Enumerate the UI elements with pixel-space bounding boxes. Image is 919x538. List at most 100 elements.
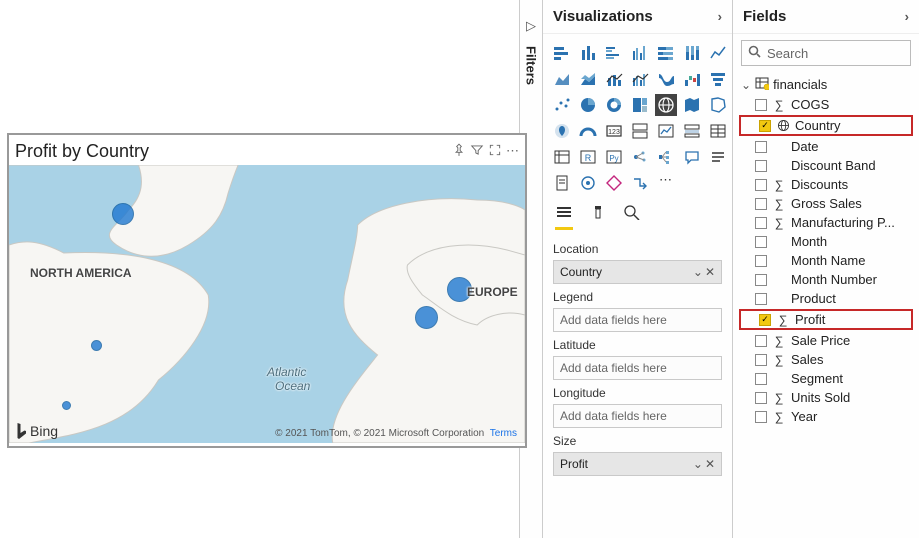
latitude-well[interactable]: Add data fields here [553, 356, 722, 380]
filter-icon[interactable] [470, 143, 484, 160]
smart-narrative-icon[interactable] [707, 146, 729, 168]
bubble-france[interactable] [415, 306, 438, 329]
matrix-icon[interactable] [551, 146, 573, 168]
hundred-stacked-bar-icon[interactable] [655, 42, 677, 64]
location-well[interactable]: Country ⌄✕ [553, 260, 722, 284]
map-icon[interactable] [655, 94, 677, 116]
map-body[interactable]: NORTH AMERICA EUROPE Atlantic Ocean Bing… [9, 165, 525, 443]
scatter-icon[interactable] [551, 94, 573, 116]
legend-well[interactable]: Add data fields here [553, 308, 722, 332]
pin-icon[interactable] [452, 143, 466, 160]
line-clustered-column-icon[interactable] [629, 68, 651, 90]
field-checkbox[interactable] [755, 198, 767, 210]
filled-map-icon[interactable] [681, 94, 703, 116]
field-checkbox[interactable] [755, 392, 767, 404]
field-checkbox[interactable]: ✓ [759, 314, 771, 326]
format-tab-icon[interactable] [589, 204, 607, 230]
more-visuals-icon[interactable]: ⋯ [655, 172, 677, 194]
kpi-icon[interactable] [655, 120, 677, 142]
azure-map-icon[interactable] [551, 120, 573, 142]
field-checkbox[interactable] [755, 179, 767, 191]
area-chart-icon[interactable] [551, 68, 573, 90]
collapse-viz-icon[interactable]: › [718, 9, 722, 24]
field-checkbox[interactable] [755, 373, 767, 385]
field-manufacturing-p-[interactable]: Manufacturing P... [737, 213, 915, 232]
field-checkbox[interactable] [755, 99, 767, 111]
chevron-down-icon[interactable]: ⌄ [741, 78, 751, 92]
clustered-bar-icon[interactable] [603, 42, 625, 64]
table-financials[interactable]: ⌄ financials [737, 74, 915, 95]
field-sale-price[interactable]: Sale Price [737, 331, 915, 350]
size-well[interactable]: Profit ⌄✕ [553, 452, 722, 476]
field-date[interactable]: Date [737, 137, 915, 156]
field-discount-band[interactable]: Discount Band [737, 156, 915, 175]
shape-map-icon[interactable] [707, 94, 729, 116]
expand-filters-icon[interactable]: ▷ [526, 18, 536, 34]
field-checkbox[interactable] [755, 217, 767, 229]
bubble-usa[interactable] [91, 340, 102, 351]
field-checkbox[interactable] [755, 236, 767, 248]
field-year[interactable]: Year [737, 407, 915, 426]
analytics-tab-icon[interactable] [623, 204, 641, 230]
stacked-column-icon[interactable] [577, 42, 599, 64]
field-checkbox[interactable]: ✓ [759, 120, 771, 132]
qa-visual-icon[interactable] [681, 146, 703, 168]
field-discounts[interactable]: Discounts [737, 175, 915, 194]
chevron-down-icon[interactable]: ⌄ [693, 457, 703, 471]
field-checkbox[interactable] [755, 274, 767, 286]
field-checkbox[interactable] [755, 255, 767, 267]
paginated-report-icon[interactable] [551, 172, 573, 194]
terms-link[interactable]: Terms [490, 428, 517, 439]
r-visual-icon[interactable]: R [577, 146, 599, 168]
bubble-canada[interactable] [112, 203, 134, 225]
field-gross-sales[interactable]: Gross Sales [737, 194, 915, 213]
table-icon[interactable] [707, 120, 729, 142]
line-chart-icon[interactable] [707, 42, 729, 64]
field-month-name[interactable]: Month Name [737, 251, 915, 270]
stacked-area-icon[interactable] [577, 68, 599, 90]
field-product[interactable]: Product [737, 289, 915, 308]
funnel-icon[interactable] [707, 68, 729, 90]
ribbon-chart-icon[interactable] [655, 68, 677, 90]
field-checkbox[interactable] [755, 141, 767, 153]
key-influencers-icon[interactable] [629, 146, 651, 168]
waterfall-icon[interactable] [681, 68, 703, 90]
search-input[interactable]: Search [741, 40, 911, 66]
field-profit[interactable]: ✓Profit [739, 309, 913, 330]
powerapps-icon[interactable] [603, 172, 625, 194]
field-checkbox[interactable] [755, 411, 767, 423]
remove-size-icon[interactable]: ✕ [705, 457, 715, 471]
multi-row-card-icon[interactable] [629, 120, 651, 142]
bubble-mexico[interactable] [62, 401, 71, 410]
chevron-down-icon[interactable]: ⌄ [693, 265, 703, 279]
field-segment[interactable]: Segment [737, 369, 915, 388]
field-checkbox[interactable] [755, 354, 767, 366]
treemap-icon[interactable] [629, 94, 651, 116]
map-visual[interactable]: Profit by Country ⋯ [8, 134, 526, 447]
report-canvas[interactable]: Profit by Country ⋯ [0, 0, 519, 538]
stacked-bar-icon[interactable] [551, 42, 573, 64]
field-country[interactable]: ✓Country [739, 115, 913, 136]
gauge-icon[interactable] [577, 120, 599, 142]
more-options-icon[interactable]: ⋯ [506, 143, 519, 159]
longitude-well[interactable]: Add data fields here [553, 404, 722, 428]
fields-tab-icon[interactable] [555, 204, 573, 230]
field-checkbox[interactable] [755, 160, 767, 172]
arcgis-icon[interactable] [577, 172, 599, 194]
clustered-column-icon[interactable] [629, 42, 651, 64]
field-cogs[interactable]: COGS [737, 95, 915, 114]
hundred-stacked-column-icon[interactable] [681, 42, 703, 64]
python-visual-icon[interactable]: Py [603, 146, 625, 168]
card-icon[interactable]: 123 [603, 120, 625, 142]
field-units-sold[interactable]: Units Sold [737, 388, 915, 407]
pie-icon[interactable] [577, 94, 599, 116]
automate-icon[interactable] [629, 172, 651, 194]
field-sales[interactable]: Sales [737, 350, 915, 369]
field-checkbox[interactable] [755, 293, 767, 305]
donut-icon[interactable] [603, 94, 625, 116]
decomposition-tree-icon[interactable] [655, 146, 677, 168]
focus-mode-icon[interactable] [488, 143, 502, 160]
collapse-fields-icon[interactable]: › [905, 9, 909, 24]
slicer-icon[interactable] [681, 120, 703, 142]
field-month-number[interactable]: Month Number [737, 270, 915, 289]
